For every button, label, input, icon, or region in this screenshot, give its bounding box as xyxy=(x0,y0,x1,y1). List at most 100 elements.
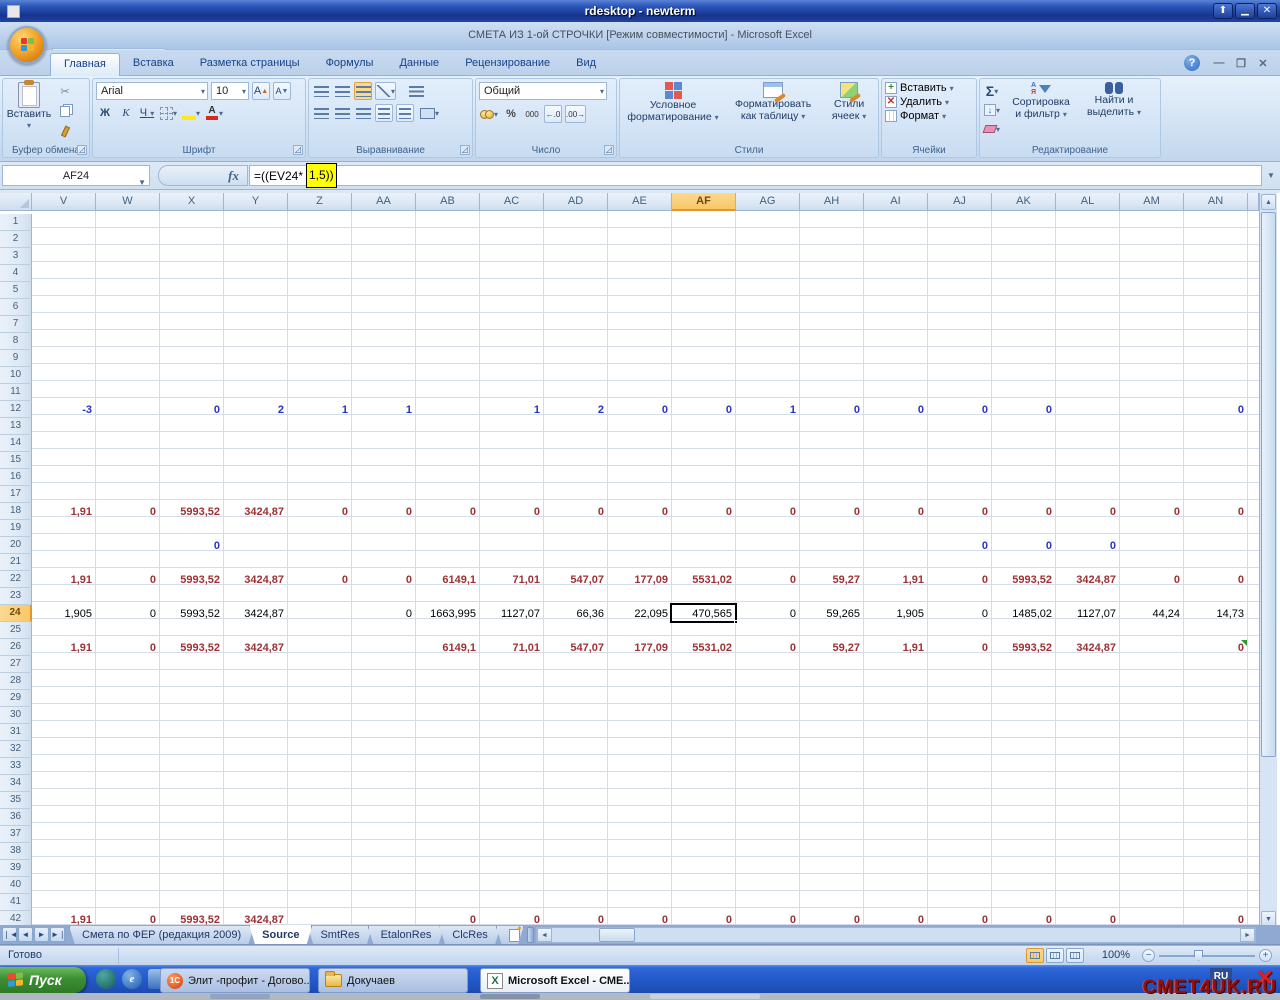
restore-button[interactable]: ⬆ xyxy=(1213,3,1233,19)
cell-AJ24[interactable]: 0 xyxy=(928,606,991,622)
row-header-3[interactable]: 3 xyxy=(0,248,32,265)
first-sheet-icon[interactable]: ❘◄ xyxy=(2,927,17,942)
insert-worksheet-tab[interactable] xyxy=(496,926,524,945)
wrap-text-button[interactable] xyxy=(407,82,425,100)
row-header-35[interactable]: 35 xyxy=(0,792,32,809)
bold-button[interactable]: Ж xyxy=(96,104,114,122)
cell-V12[interactable]: -3 xyxy=(32,402,95,418)
cell-AH26[interactable]: 59,27 xyxy=(800,640,863,656)
name-box[interactable]: AF24 ▼ xyxy=(2,165,150,186)
row-header-30[interactable]: 30 xyxy=(0,707,32,724)
cell-AK12[interactable]: 0 xyxy=(992,402,1055,418)
column-header-V[interactable]: V xyxy=(32,193,96,211)
column-header-AM[interactable]: AM xyxy=(1120,193,1184,211)
cell-V18[interactable]: 1,91 xyxy=(32,504,95,520)
cell-AH18[interactable]: 0 xyxy=(800,504,863,520)
column-header-AH[interactable]: AH xyxy=(800,193,864,211)
align-left-button[interactable] xyxy=(312,104,330,122)
cell-AJ20[interactable]: 0 xyxy=(928,538,991,554)
shrink-font-button[interactable]: A▼ xyxy=(273,82,291,100)
column-header-AA[interactable]: AA xyxy=(352,193,416,211)
cell-AD18[interactable]: 0 xyxy=(544,504,607,520)
autosum-button[interactable]: Σ▾ xyxy=(983,82,1001,100)
row-header-17[interactable]: 17 xyxy=(0,486,32,503)
row-header-24[interactable]: 24 xyxy=(0,605,32,622)
align-top-button[interactable] xyxy=(312,82,330,100)
minimize-button[interactable]: ▁ xyxy=(1235,3,1255,19)
sheet-tab-SmtRes[interactable]: SmtRes xyxy=(307,926,372,945)
cell-X24[interactable]: 5993,52 xyxy=(160,606,223,622)
cell-AF12[interactable]: 0 xyxy=(672,402,735,418)
cell-Y26[interactable]: 3424,87 xyxy=(224,640,287,656)
cell-Z12[interactable]: 1 xyxy=(288,402,351,418)
book-minimize-button[interactable]: — xyxy=(1212,57,1226,70)
row-header-21[interactable]: 21 xyxy=(0,554,32,571)
cell-AG24[interactable]: 0 xyxy=(736,606,799,622)
borders-button[interactable]: ▾ xyxy=(159,104,178,122)
sheet-tab-Смета-по-ФЕР-(редакция-2009)[interactable]: Смета по ФЕР (редакция 2009) xyxy=(69,926,254,945)
cell-AN22[interactable]: 0 xyxy=(1184,572,1247,588)
cell-AH22[interactable]: 59,27 xyxy=(800,572,863,588)
cell-V24[interactable]: 1,905 xyxy=(32,606,95,622)
quick-launch-icon-1[interactable] xyxy=(96,969,116,989)
vertical-scroll-thumb[interactable] xyxy=(1261,212,1276,757)
cell-AL22[interactable]: 3424,87 xyxy=(1056,572,1119,588)
ribbon-tab-Главная[interactable]: Главная xyxy=(50,53,120,76)
cell-AD12[interactable]: 2 xyxy=(544,402,607,418)
zoom-out-icon[interactable]: − xyxy=(1142,949,1155,962)
row-header-5[interactable]: 5 xyxy=(0,282,32,299)
ribbon-tab-Рецензирование[interactable]: Рецензирование xyxy=(452,53,563,76)
row-header-22[interactable]: 22 xyxy=(0,571,32,588)
sheet-tab-ClcRes[interactable]: ClcRes xyxy=(439,926,500,945)
row-header-8[interactable]: 8 xyxy=(0,333,32,350)
cell-AI26[interactable]: 1,91 xyxy=(864,640,927,656)
row-header-37[interactable]: 37 xyxy=(0,826,32,843)
font-color-button[interactable]: А▾ xyxy=(204,104,224,122)
cell-AD26[interactable]: 547,07 xyxy=(544,640,607,656)
cell-AL24[interactable]: 1127,07 xyxy=(1056,606,1119,622)
sort-filter-button[interactable]: АЯ Сортировкаи фильтр ▾ xyxy=(1005,82,1077,138)
column-header-AG[interactable]: AG xyxy=(736,193,800,211)
row-header-16[interactable]: 16 xyxy=(0,469,32,486)
format-painter-button[interactable] xyxy=(56,122,74,140)
column-header-AJ[interactable]: AJ xyxy=(928,193,992,211)
clear-button[interactable]: ▾ xyxy=(983,120,1001,138)
column-header-X[interactable]: X xyxy=(160,193,224,211)
office-button[interactable] xyxy=(8,26,46,64)
merge-center-button[interactable]: ▾ xyxy=(419,104,440,122)
cell-W24[interactable]: 0 xyxy=(96,606,159,622)
cell-W22[interactable]: 0 xyxy=(96,572,159,588)
italic-button[interactable]: К xyxy=(117,104,135,122)
formula-input[interactable]: =((EV24* xyxy=(249,165,1262,186)
column-header-AE[interactable]: AE xyxy=(608,193,672,211)
cell-W18[interactable]: 0 xyxy=(96,504,159,520)
cell-X20[interactable]: 0 xyxy=(160,538,223,554)
row-header-18[interactable]: 18 xyxy=(0,503,32,520)
number-dialog-launcher[interactable]: ◿ xyxy=(604,145,614,155)
row-header-27[interactable]: 27 xyxy=(0,656,32,673)
zoom-slider[interactable]: − + xyxy=(1142,949,1272,962)
column-header-AK[interactable]: AK xyxy=(992,193,1056,211)
scroll-left-icon[interactable]: ◄ xyxy=(537,928,552,942)
row-header-11[interactable]: 11 xyxy=(0,384,32,401)
row-header-40[interactable]: 40 xyxy=(0,877,32,894)
row-header-12[interactable]: 12 xyxy=(0,401,32,418)
cell-AL20[interactable]: 0 xyxy=(1056,538,1119,554)
cell-AK20[interactable]: 0 xyxy=(992,538,1055,554)
font-dialog-launcher[interactable]: ◿ xyxy=(293,145,303,155)
cell-AJ26[interactable]: 0 xyxy=(928,640,991,656)
cell-Y12[interactable]: 2 xyxy=(224,402,287,418)
horizontal-scrollbar[interactable]: ◄ ► xyxy=(536,927,1256,943)
active-cell-selection[interactable] xyxy=(670,603,737,623)
last-sheet-icon[interactable]: ►❘ xyxy=(50,927,65,942)
cell-AB22[interactable]: 6149,1 xyxy=(416,572,479,588)
task-button-3[interactable]: XMicrosoft Excel - СМЕ... xyxy=(480,968,630,993)
column-header-AC[interactable]: AC xyxy=(480,193,544,211)
cell-AE18[interactable]: 0 xyxy=(608,504,671,520)
align-bottom-button[interactable] xyxy=(354,82,372,100)
cell-Y22[interactable]: 3424,87 xyxy=(224,572,287,588)
percent-button[interactable]: % xyxy=(502,105,520,123)
cell-AB24[interactable]: 1663,995 xyxy=(416,606,479,622)
cell-Y24[interactable]: 3424,87 xyxy=(224,606,287,622)
cell-X22[interactable]: 5993,52 xyxy=(160,572,223,588)
